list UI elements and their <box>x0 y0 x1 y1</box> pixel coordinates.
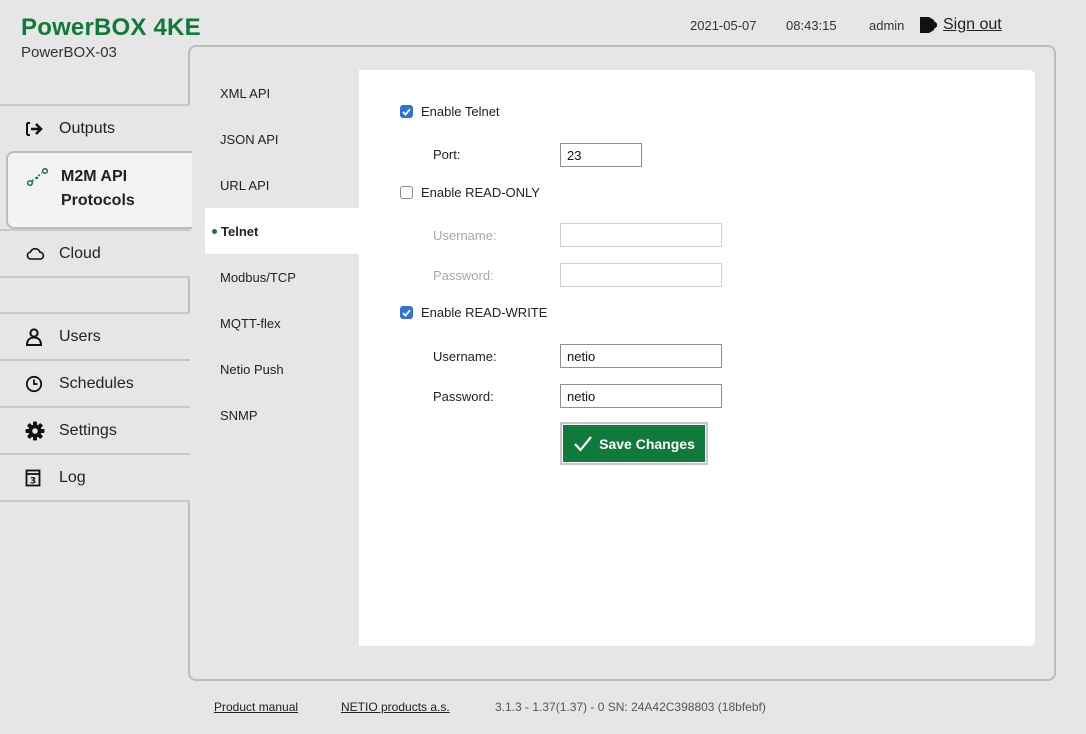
port-label: Port: <box>433 147 461 162</box>
port-input[interactable] <box>560 143 642 167</box>
save-changes-button[interactable]: Save Changes <box>560 422 708 465</box>
nav-divider <box>0 276 190 312</box>
nav-label-outputs: Outputs <box>59 119 116 137</box>
enable-readwrite-label: Enable READ-WRITE <box>421 305 548 320</box>
ro-password-input[interactable] <box>560 263 722 287</box>
nav-item-users[interactable]: Users <box>0 312 190 359</box>
enable-readwrite-row: Enable READ-WRITE <box>400 305 547 320</box>
rw-password-label: Password: <box>433 389 494 404</box>
ro-username-input[interactable] <box>560 223 722 247</box>
rw-password-row: Password: <box>433 389 494 404</box>
subnav-item-netio-push[interactable]: Netio Push <box>205 346 359 392</box>
ro-username-label: Username: <box>433 228 497 243</box>
header-user: admin <box>869 17 905 33</box>
sign-out-link[interactable]: Sign out <box>919 16 1002 34</box>
enable-readonly-row: Enable READ-ONLY <box>400 185 540 200</box>
rw-username-label: Username: <box>433 349 497 364</box>
rw-username-input[interactable] <box>560 344 722 368</box>
nav-label-m2m-line2: Protocols <box>61 192 135 209</box>
nav-label-log: Log <box>59 468 86 486</box>
subnav-label: JSON API <box>220 131 279 147</box>
header-date: 2021-05-07 <box>690 17 757 33</box>
subnav-label: Telnet <box>221 223 259 239</box>
nav-label-settings: Settings <box>59 421 117 439</box>
subnav-item-json-api[interactable]: JSON API <box>205 116 359 162</box>
enable-telnet-label: Enable Telnet <box>421 104 500 119</box>
company-link[interactable]: NETIO products a.s. <box>341 700 450 714</box>
footer: Product manual NETIO products a.s. 3.1.3… <box>214 700 766 714</box>
nav-item-log[interactable]: 3 Log <box>0 453 190 500</box>
ro-password-label: Password: <box>433 268 494 283</box>
enable-telnet-checkbox[interactable] <box>400 105 413 118</box>
gear-icon <box>25 421 49 441</box>
header-time: 08:43:15 <box>786 17 837 33</box>
nav-label-schedules: Schedules <box>59 374 134 392</box>
nav-label-cloud: Cloud <box>59 244 101 262</box>
nav-label-m2m-line1: M2M API <box>61 168 128 185</box>
subnav-label: URL API <box>220 177 270 193</box>
subnav-label: Netio Push <box>220 361 284 377</box>
user-icon <box>25 327 49 346</box>
nav-item-outputs[interactable]: Outputs <box>0 104 190 151</box>
nav-label-users: Users <box>59 327 101 345</box>
ro-username-row: Username: <box>433 228 497 243</box>
subnav-item-telnet[interactable]: Telnet <box>205 208 359 254</box>
arrow-right-bracket-icon <box>25 121 49 137</box>
enable-readonly-label: Enable READ-ONLY <box>421 185 540 200</box>
version-info: 3.1.3 - 1.37(1.37) - 0 SN: 24A42C398803 … <box>495 700 766 714</box>
nav-item-schedules[interactable]: Schedules <box>0 359 190 406</box>
nav-item-settings[interactable]: Settings <box>0 406 190 453</box>
topbar: 2021-05-07 08:43:15 admin Sign out <box>690 16 1002 34</box>
subnav-label: SNMP <box>220 407 258 423</box>
subnav-item-modbus-tcp[interactable]: Modbus/TCP <box>205 254 359 300</box>
sub-nav: XML API JSON API URL API Telnet Modbus/T… <box>205 70 359 438</box>
active-dot-icon <box>212 228 217 234</box>
enable-readwrite-checkbox[interactable] <box>400 306 413 319</box>
device-name: PowerBOX-03 <box>21 44 117 61</box>
telnet-settings-form: Enable Telnet Port: Enable READ-ONLY Use… <box>359 70 1035 646</box>
port-label-row: Port: <box>433 147 460 162</box>
subnav-item-xml-api[interactable]: XML API <box>205 70 359 116</box>
checkmark-icon <box>574 435 592 452</box>
subnav-item-mqtt-flex[interactable]: MQTT-flex <box>205 300 359 346</box>
product-manual-link[interactable]: Product manual <box>214 700 298 714</box>
check-icon <box>402 309 411 317</box>
enable-telnet-row: Enable Telnet <box>400 104 500 119</box>
brand-title: PowerBOX 4KE <box>21 14 201 41</box>
nodes-icon <box>27 168 51 186</box>
nav-item-m2m-api[interactable]: M2M API Protocols <box>6 151 192 229</box>
rw-password-input[interactable] <box>560 384 722 408</box>
nav-divider-bottom <box>0 500 190 502</box>
main-nav: Outputs M2M API Protocols Cloud Users Sc… <box>0 104 192 502</box>
nav-item-cloud[interactable]: Cloud <box>0 229 190 276</box>
cloud-icon <box>25 247 49 261</box>
ro-password-row: Password: <box>433 268 494 283</box>
sign-out-icon <box>920 17 937 33</box>
subnav-label: MQTT-flex <box>220 315 281 331</box>
subnav-label: XML API <box>220 85 271 101</box>
svg-text:3: 3 <box>30 476 36 486</box>
clock-icon <box>25 375 49 393</box>
rw-username-row: Username: <box>433 349 497 364</box>
sign-out-label: Sign out <box>943 16 1002 33</box>
subnav-label: Modbus/TCP <box>220 269 296 285</box>
subnav-item-snmp[interactable]: SNMP <box>205 392 359 438</box>
check-icon <box>402 108 411 116</box>
calendar-icon: 3 <box>25 469 49 487</box>
subnav-item-url-api[interactable]: URL API <box>205 162 359 208</box>
save-changes-label: Save Changes <box>599 435 695 452</box>
enable-readonly-checkbox[interactable] <box>400 186 413 199</box>
